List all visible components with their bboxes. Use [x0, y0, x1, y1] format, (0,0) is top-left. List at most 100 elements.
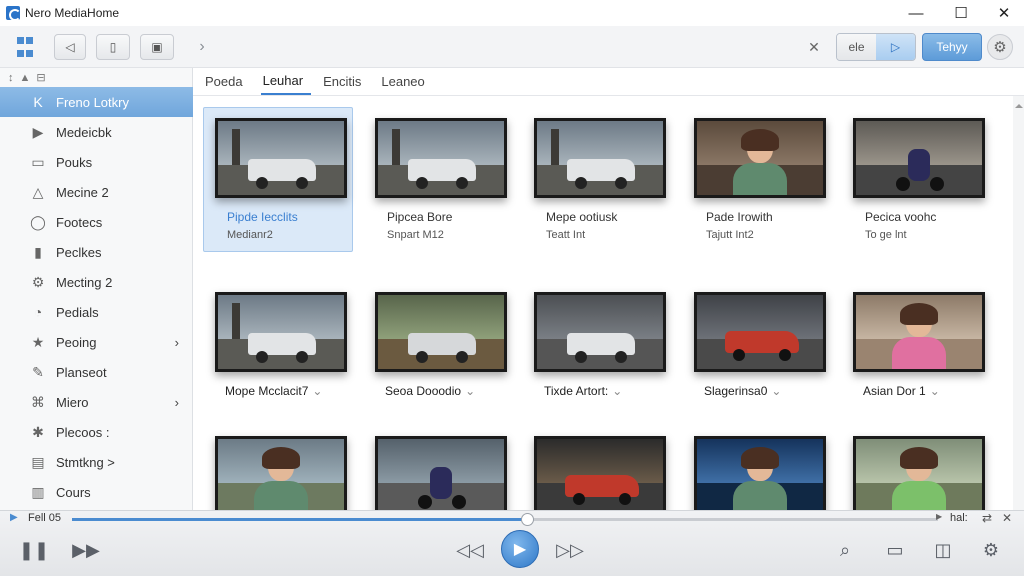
- chevron-down-icon[interactable]: ⌄: [465, 384, 475, 398]
- skip-icon[interactable]: ▷▷: [556, 537, 584, 563]
- sidebar-item-label: Mecting 2: [56, 274, 113, 290]
- chat-icon[interactable]: ◫: [930, 537, 956, 563]
- close-player-icon[interactable]: ✕: [1002, 511, 1012, 525]
- chevron-down-icon[interactable]: ⌄: [612, 384, 622, 398]
- sidebar-item[interactable]: ▥ Cours: [0, 477, 193, 507]
- minimize-button[interactable]: —: [894, 0, 938, 26]
- sidebar-item[interactable]: ✱ Plecoos :: [0, 417, 193, 447]
- sidebar-item[interactable]: ⌘ Miero ›: [0, 387, 193, 417]
- media-title-dropdown[interactable]: Mope Mcclacit7 ⌄: [225, 384, 322, 398]
- square-button[interactable]: ▯: [96, 34, 130, 60]
- media-title: Slagerinsa0: [704, 384, 768, 398]
- close-button[interactable]: ✕: [982, 0, 1024, 26]
- chevron-right-icon[interactable]: ›: [194, 34, 210, 60]
- seek-bar[interactable]: [72, 513, 938, 526]
- media-title-dropdown[interactable]: Slagerinsa0 ⌄: [704, 384, 781, 398]
- sidebar: ↕ ▲ ⊟ K Freno Lotkry ▶ Medeicbk ▭ Pouks △ Mecin…: [0, 68, 193, 510]
- sidebar-item-icon: ▮: [34, 243, 42, 260]
- collapse-icon[interactable]: ✕: [802, 34, 826, 60]
- sidebar-item[interactable]: ▤ Stmtkng >: [0, 447, 193, 477]
- media-thumbnail[interactable]: [375, 436, 507, 510]
- media-thumbnail[interactable]: [694, 436, 826, 510]
- media-title-dropdown[interactable]: Tixde Artort: ⌄: [544, 384, 622, 398]
- media-thumbnail[interactable]: [215, 436, 347, 510]
- action-button[interactable]: Tehyy: [922, 33, 982, 61]
- media-subtitle: To ge lnt: [865, 229, 907, 241]
- player-gear-icon[interactable]: ⚙: [978, 537, 1004, 563]
- sidebar-item[interactable]: ✎ Planseot: [0, 357, 193, 387]
- fast-forward-icon[interactable]: ▶▶: [72, 537, 100, 563]
- sidebar-item[interactable]: ▭ Pouks: [0, 147, 193, 177]
- media-title: Pipde Iecclits: [227, 210, 298, 224]
- sidebar-item-label: Peclkes: [56, 244, 102, 260]
- sidebar-item-label: Pedials: [56, 304, 99, 320]
- chevron-down-icon[interactable]: ⌄: [930, 384, 940, 398]
- media-thumbnail[interactable]: [534, 436, 666, 510]
- sidebar-item[interactable]: ▶ Medeicbk: [0, 117, 193, 147]
- settings-gear-icon[interactable]: ⚙: [987, 34, 1013, 60]
- main-play-button[interactable]: ▶: [501, 530, 539, 568]
- tab[interactable]: Poeda: [203, 70, 251, 94]
- sidebar-item-label: Planseot: [56, 364, 107, 380]
- tab-bar: Poeda Leuhar Encitis Leaneo: [193, 68, 1024, 96]
- sidebar-item-icon: ★: [31, 333, 45, 350]
- media-thumbnail[interactable]: [215, 292, 347, 372]
- sidebar-item-icon: ✱: [32, 423, 44, 440]
- chevron-right-icon[interactable]: ›: [175, 335, 179, 350]
- sidebar-item[interactable]: K Freno Lotkry: [0, 87, 193, 117]
- rewind-icon[interactable]: ◁◁: [456, 537, 484, 563]
- media-thumbnail[interactable]: [694, 118, 826, 198]
- collapse-all-icon[interactable]: ⊟: [36, 71, 45, 84]
- media-thumbnail[interactable]: [853, 118, 985, 198]
- now-playing-label: Fell 05: [28, 512, 62, 524]
- tag-button[interactable]: ◁: [54, 34, 86, 60]
- play-small-icon[interactable]: ▶: [10, 512, 18, 523]
- media-thumbnail[interactable]: [853, 292, 985, 372]
- tab[interactable]: Leuhar: [260, 69, 312, 95]
- sidebar-item[interactable]: ◯ Footecs: [0, 207, 193, 237]
- sidebar-item[interactable]: ▮ Peclkes: [0, 237, 193, 267]
- media-title-dropdown[interactable]: Asian Dor 1 ⌄: [863, 384, 940, 398]
- screen-icon[interactable]: ▭: [882, 537, 908, 563]
- sidebar-item-label: Plecoos :: [56, 424, 110, 440]
- media-subtitle: Medianr2: [227, 229, 273, 241]
- sidebar-item-icon: ▥: [31, 483, 45, 500]
- search-icon[interactable]: ⌕: [832, 537, 858, 563]
- tv-button[interactable]: ▣: [140, 34, 174, 60]
- chevron-down-icon[interactable]: ⌄: [771, 384, 781, 398]
- media-title: Tixde Artort:: [544, 384, 609, 398]
- seek-handle[interactable]: [520, 513, 534, 526]
- media-thumbnail[interactable]: [375, 292, 507, 372]
- media-thumbnail[interactable]: [215, 118, 347, 198]
- media-thumbnail[interactable]: [375, 118, 507, 198]
- sidebar-item-icon: ▤: [31, 453, 45, 470]
- vertical-scrollbar[interactable]: [1013, 96, 1024, 510]
- sidebar-item[interactable]: △ Mecine 2: [0, 177, 193, 207]
- small-label-button[interactable]: ele: [837, 34, 876, 60]
- sidebar-item[interactable]: ◔ Pedials: [0, 297, 193, 327]
- sort-icon[interactable]: ↕: [8, 72, 14, 84]
- sidebar-tools: ↕ ▲ ⊟: [0, 68, 192, 87]
- media-thumbnail[interactable]: [694, 292, 826, 372]
- play-toolbar-button[interactable]: ▷: [876, 34, 915, 60]
- chevron-right-icon[interactable]: ›: [175, 395, 179, 410]
- grid-view-icon[interactable]: [14, 34, 36, 60]
- up-icon[interactable]: ▲: [20, 72, 31, 84]
- media-title: Mepe ootiusk: [546, 210, 618, 224]
- seek-end-arrow-icon: ▶: [936, 512, 943, 521]
- shuffle-icon[interactable]: ⇄: [982, 511, 992, 525]
- media-thumbnail[interactable]: [534, 292, 666, 372]
- sidebar-item[interactable]: ⚙ Mecting 2: [0, 267, 193, 297]
- pause-icon[interactable]: ❚❚: [19, 537, 49, 563]
- media-thumbnail[interactable]: [853, 436, 985, 510]
- media-grid: Pipde Iecclits Medianr2 Pipcea Bore Snpart …: [193, 96, 1013, 510]
- tab[interactable]: Leaneo: [379, 70, 432, 94]
- sidebar-item[interactable]: ★ Peoing ›: [0, 327, 193, 357]
- title-bar: Nero MediaHome — ☐ ✕: [0, 0, 1024, 26]
- maximize-button[interactable]: ☐: [939, 0, 983, 26]
- media-title-dropdown[interactable]: Seoa Dooodio ⌄: [385, 384, 475, 398]
- tab[interactable]: Encitis: [321, 70, 369, 94]
- sidebar-item-icon: ⚙: [31, 273, 45, 290]
- chevron-down-icon[interactable]: ⌄: [312, 384, 322, 398]
- media-thumbnail[interactable]: [534, 118, 666, 198]
